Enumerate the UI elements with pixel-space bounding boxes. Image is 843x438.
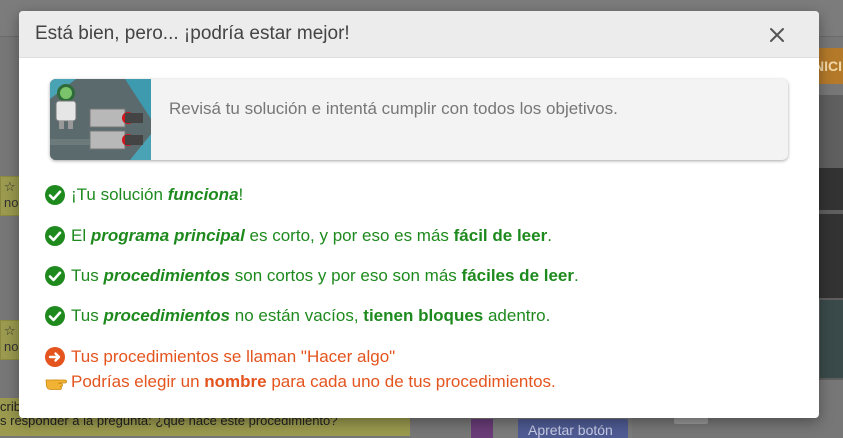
robot-scene-image	[50, 79, 151, 160]
arrow-circle-icon	[45, 347, 65, 367]
modal-title: Está bien, pero... ¡podría estar mejor!	[35, 23, 350, 44]
warning-item: Tus procedimientos se llaman "Hacer algo…	[45, 346, 395, 368]
challenge-thumbnail	[50, 79, 151, 160]
objective-text: ¡Tu solución funciona!	[71, 185, 244, 204]
feedback-modal: Está bien, pero... ¡podría estar mejor!	[19, 11, 819, 418]
pointing-hand-icon	[45, 379, 67, 390]
objective-text: Tus procedimientos son cortos y por eso …	[71, 266, 579, 285]
objective-item: El programa principal es corto, y por es…	[45, 224, 552, 248]
check-circle-icon	[45, 226, 65, 246]
info-message: Revisá tu solución e intentá cumplir con…	[169, 99, 618, 118]
hint-item: Podrías elegir un nombre para cada uno d…	[45, 371, 556, 393]
warning-text: Tus procedimientos se llaman "Hacer algo…	[71, 347, 396, 366]
modal-header: Está bien, pero... ¡podría estar mejor!	[19, 11, 819, 58]
hint-text: Podrías elegir un nombre para cada uno d…	[71, 372, 556, 391]
info-card: Revisá tu solución e intentá cumplir con…	[50, 79, 788, 160]
close-icon	[770, 28, 784, 42]
objective-text: Tus procedimientos no están vacíos, tien…	[71, 306, 551, 325]
check-circle-icon	[45, 266, 65, 286]
block-color-swatch	[471, 419, 493, 438]
objective-item: Tus procedimientos son cortos y por eso …	[45, 264, 579, 288]
objective-item: ¡Tu solución funciona!	[45, 183, 243, 207]
press-button-block[interactable]: Apretar botón	[518, 419, 628, 438]
check-circle-icon	[45, 306, 65, 326]
comment-note-text: ☆ no	[4, 179, 19, 210]
scene-tile	[818, 168, 843, 210]
close-button[interactable]	[763, 21, 791, 49]
robot-preview	[820, 300, 843, 378]
scene-tile	[818, 214, 843, 256]
objective-text: El programa principal es corto, y por es…	[71, 226, 552, 245]
objective-item: Tus procedimientos no están vacíos, tien…	[45, 304, 550, 328]
scene-tile	[818, 256, 843, 298]
comment-note-text: ☆ no	[4, 323, 19, 354]
check-circle-icon	[45, 185, 65, 205]
